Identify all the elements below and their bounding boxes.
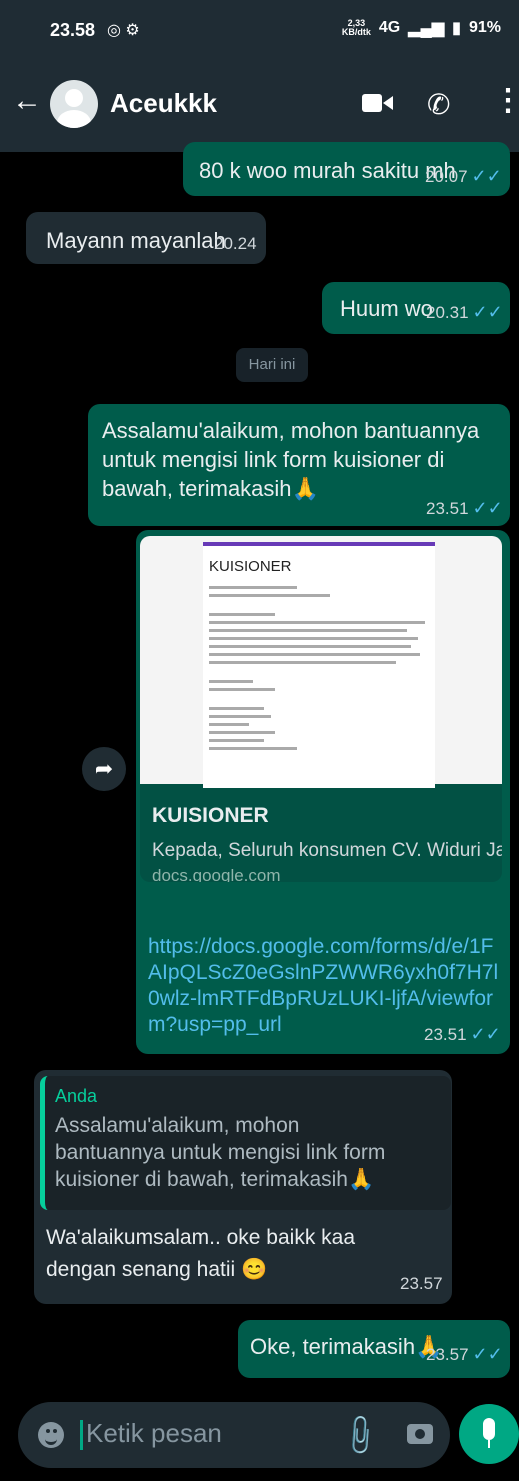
message-text: Oke, terimakasih🙏	[250, 1334, 443, 1359]
chat-header: ← Aceukkk ✆ ⋮	[0, 60, 519, 152]
video-call-icon[interactable]	[362, 91, 394, 115]
link-preview-image: KUISIONER	[140, 536, 502, 788]
link-preview-card[interactable]: KUISIONER KUISIONER Kepada, Seluruh kons…	[140, 536, 502, 882]
message-out-1[interactable]: 80 k woo murah sakitu mh 20.07 ✓✓	[183, 142, 510, 196]
reply-author: Anda	[55, 1086, 98, 1106]
camera-icon[interactable]	[407, 1424, 433, 1444]
emoji-icon[interactable]	[38, 1422, 64, 1448]
message-time: 23.57	[400, 1274, 443, 1293]
battery-level: 91%	[468, 19, 501, 36]
message-time: 20.07	[425, 167, 468, 186]
reply-quote[interactable]: Anda Assalamu'alaikum, mohon bantuannya …	[40, 1076, 451, 1210]
attach-icon[interactable]: 📎	[336, 1412, 384, 1460]
message-text: Huum wo	[340, 296, 433, 321]
whatsapp-notification-icon: ◎ ⚙	[107, 22, 140, 39]
contact-name[interactable]: Aceukkk	[110, 88, 217, 119]
text-caret	[80, 1420, 83, 1450]
link-url[interactable]: https://docs.google.com/forms/d/e/1FAIpQ…	[148, 934, 500, 1038]
message-text: Assalamu'alaikum, mohon bantuannya untuk…	[102, 418, 480, 501]
network-type: 4G	[378, 19, 401, 36]
reply-quoted-text: Assalamu'alaikum, mohon bantuannya untuk…	[55, 1114, 386, 1191]
message-input[interactable]: Ketik pesan	[86, 1418, 222, 1449]
message-time: 23.51	[426, 499, 469, 518]
battery-icon: ▮	[452, 20, 461, 37]
message-time: 23.51	[424, 1025, 467, 1044]
message-out-2[interactable]: Huum wo 20.31 ✓✓	[322, 282, 510, 334]
message-out-3[interactable]: Assalamu'alaikum, mohon bantuannya untuk…	[88, 404, 510, 526]
message-in-reply[interactable]: Anda Assalamu'alaikum, mohon bantuannya …	[34, 1070, 452, 1304]
link-title: KUISIONER	[152, 804, 269, 827]
avatar[interactable]	[50, 80, 98, 128]
message-text: Mayann mayanlah	[46, 228, 226, 253]
message-time: 20.31	[426, 303, 469, 322]
message-text: 80 k woo murah sakitu mh	[199, 158, 456, 183]
message-in-1[interactable]: Mayann mayanlah 20.24	[26, 212, 266, 264]
back-arrow-icon[interactable]: ←	[12, 86, 42, 116]
mic-button[interactable]	[459, 1404, 519, 1464]
date-chip: Hari ini	[236, 348, 308, 382]
mic-icon	[483, 1418, 495, 1440]
forward-share-icon[interactable]: ➦	[82, 747, 126, 791]
status-time: 23.58	[50, 20, 96, 40]
phone-call-icon[interactable]: ✆	[427, 88, 450, 121]
message-composer: Ketik pesan 📎	[18, 1402, 450, 1468]
link-domain: docs.google.com	[152, 866, 281, 882]
more-options-icon[interactable]: ⋮	[493, 86, 519, 116]
read-ticks-icon: ✓✓	[470, 1024, 501, 1044]
form-preview-document: KUISIONER	[203, 542, 435, 788]
message-time: 20.24	[214, 234, 257, 253]
read-ticks-icon: ✓✓	[471, 166, 502, 186]
read-ticks-icon: ✓✓	[472, 498, 503, 518]
message-out-4[interactable]: Oke, terimakasih🙏 23.57 ✓✓	[238, 1320, 510, 1378]
link-description: Kepada, Seluruh konsumen CV. Widuri Jaya…	[152, 840, 502, 861]
read-ticks-icon: ✓✓	[472, 302, 503, 322]
status-bar: 23.58 ◎ ⚙ 2,33 KB/dtk 4G ▂▄▆ ▮ 91%	[0, 0, 519, 60]
message-time: 23.57	[426, 1345, 469, 1364]
net-unit: KB/dtk	[341, 27, 371, 37]
message-text: Wa'alaikumsalam.. oke baikk kaa dengan s…	[46, 1226, 356, 1281]
signal-icon: ▂▄▆	[408, 20, 445, 37]
read-ticks-icon: ✓✓	[472, 1344, 503, 1364]
preview-heading: KUISIONER	[209, 558, 292, 575]
